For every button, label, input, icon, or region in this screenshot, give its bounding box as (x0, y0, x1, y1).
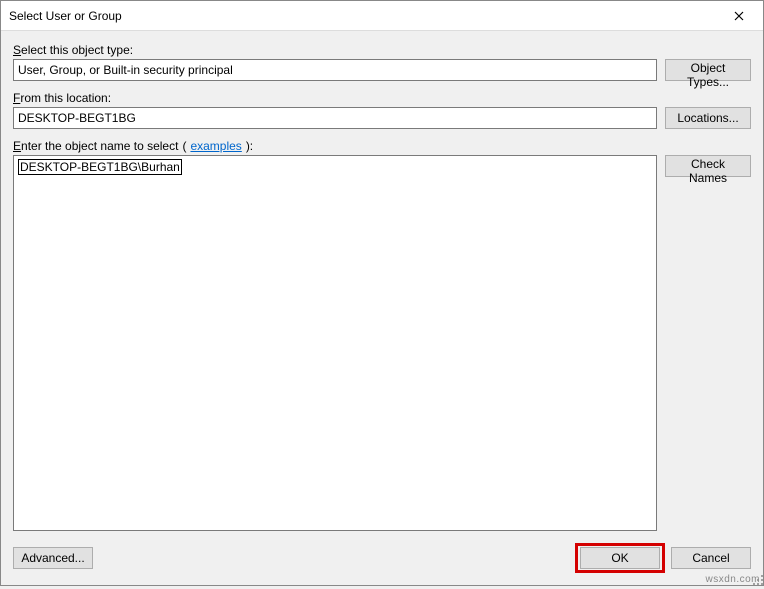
location-row: From this location: Locations... (13, 91, 751, 129)
location-label: From this location: (13, 91, 657, 105)
object-type-label: Select this object type: (13, 43, 657, 57)
dialog-content: Select this object type: Object Types...… (1, 31, 763, 585)
bottom-buttons: Advanced... OK Cancel (13, 545, 751, 573)
ok-highlight-box: OK (577, 545, 663, 571)
object-type-group: Select this object type: (13, 43, 657, 81)
titlebar: Select User or Group (1, 1, 763, 31)
object-type-input[interactable] (13, 59, 657, 81)
object-name-label: Enter the object name to select (13, 139, 178, 153)
location-input[interactable] (13, 107, 657, 129)
watermark: wsxdn.com (705, 574, 760, 585)
object-name-side: Check Names (665, 155, 751, 177)
object-name-textarea[interactable]: DESKTOP-BEGT1BG\Burhan (13, 155, 657, 531)
ok-button[interactable]: OK (580, 547, 660, 569)
examples-link[interactable]: examples (190, 139, 241, 153)
close-button[interactable] (716, 2, 761, 30)
object-name-row: DESKTOP-BEGT1BG\Burhan Check Names (13, 155, 751, 531)
object-name-group: Enter the object name to select (example… (13, 139, 751, 543)
object-types-button[interactable]: Object Types... (665, 59, 751, 81)
window-title: Select User or Group (9, 9, 716, 23)
location-group: From this location: (13, 91, 657, 129)
advanced-button[interactable]: Advanced... (13, 547, 93, 569)
object-name-label-row: Enter the object name to select (example… (13, 139, 751, 153)
check-names-button[interactable]: Check Names (665, 155, 751, 177)
object-type-row: Select this object type: Object Types... (13, 43, 751, 81)
object-name-value: DESKTOP-BEGT1BG\Burhan (18, 159, 182, 175)
dialog-window: Select User or Group Select this object … (0, 0, 764, 586)
locations-button[interactable]: Locations... (665, 107, 751, 129)
close-icon (734, 11, 744, 21)
cancel-button[interactable]: Cancel (671, 547, 751, 569)
